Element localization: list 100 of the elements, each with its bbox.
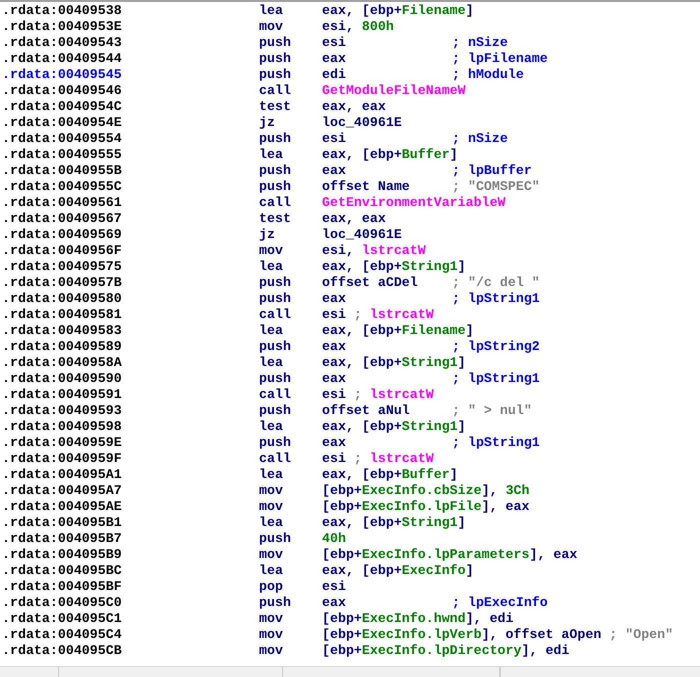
operand-text: eax, eax [322, 99, 387, 115]
operand-text: eax [322, 51, 347, 67]
operand-text: eax [322, 339, 347, 355]
address-text: .rdata:0040955B [1, 163, 123, 179]
operand-text: [ebp+ExecInfo.lpDirectory], edi [322, 643, 570, 659]
mnemonic-text: push [259, 67, 292, 83]
comment-text: ; "COMSPEC" [452, 179, 540, 195]
mnemonic-text: mov [259, 547, 284, 563]
mnemonic-text: call [259, 195, 292, 211]
mnemonic-text: lea [259, 355, 284, 371]
operand-text: esi, 800h [322, 19, 395, 35]
comment-text: ; lpExecInfo [452, 595, 548, 611]
address-text: .rdata:00409581 [1, 307, 123, 323]
mnemonic-text: call [259, 387, 292, 403]
mnemonic-text: push [259, 435, 292, 451]
comment-text: ; lpFilename [452, 51, 548, 67]
address-text: .rdata:004095B9 [1, 547, 123, 563]
mnemonic-text: mov [259, 499, 284, 515]
address-text: .rdata:004095CB [1, 643, 123, 659]
mnemonic-text: mov [259, 243, 284, 259]
comment-text: ; "/c del " [452, 275, 540, 291]
operand-text: [ebp+ExecInfo.lpParameters], eax [322, 547, 578, 563]
address-text: .rdata:0040953E [1, 19, 123, 35]
mnemonic-text: mov [259, 19, 284, 35]
operand-text: 40h [322, 531, 347, 547]
mnemonic-text: lea [259, 419, 284, 435]
comment-text: ; lpString2 [452, 339, 540, 355]
operand-text: eax [322, 435, 347, 451]
address-text: .rdata:00409583 [1, 323, 123, 339]
address-text: .rdata:00409593 [1, 403, 123, 419]
address-text: .rdata:00409569 [1, 227, 123, 243]
operand-text: esi ; lstrcatW [322, 387, 435, 403]
address-text: .rdata:004095B7 [1, 531, 123, 547]
operand-text: esi ; lstrcatW [322, 307, 435, 323]
operand-text: edi [322, 67, 347, 83]
operand-text: [ebp+ExecInfo.cbSize], 3Ch [322, 483, 530, 499]
mnemonic-text: call [259, 451, 292, 467]
operand-text: eax, [ebp+ExecInfo] [322, 563, 474, 579]
comment-text: ; lpString1 [452, 435, 540, 451]
mnemonic-text: push [259, 371, 292, 387]
address-text: .rdata:0040954C [1, 99, 123, 115]
operand-text: loc_40961E [322, 115, 403, 131]
address-text: .rdata:004095A7 [1, 483, 123, 499]
address-text: .rdata:00409598 [1, 419, 123, 435]
address-text: .rdata:004095BF [1, 579, 123, 595]
operand-text: eax, [ebp+String1] [322, 515, 466, 531]
address-text: .rdata:004095C0 [1, 595, 123, 611]
address-text: .rdata:00409590 [1, 371, 123, 387]
address-text: .rdata:004095A1 [1, 467, 123, 483]
operand-text: esi, lstrcatW [322, 243, 427, 259]
comment-text: ; lpBuffer [452, 163, 532, 179]
mnemonic-text: call [259, 83, 292, 99]
address-text: .rdata:00409555 [1, 147, 123, 163]
address-text: .rdata:0040955C [1, 179, 123, 195]
address-text: .rdata:0040957B [1, 275, 123, 291]
operand-text: eax [322, 595, 347, 611]
address-text: .rdata:0040958A [1, 355, 123, 371]
address-text: .rdata:00409543 [1, 35, 123, 51]
mnemonic-text: lea [259, 3, 284, 19]
mnemonic-text: lea [259, 323, 284, 339]
mnemonic-text: mov [259, 611, 284, 627]
address-text: .rdata:00409575 [1, 259, 123, 275]
mnemonic-text: mov [259, 483, 284, 499]
comment-text: ; nSize [452, 35, 508, 51]
mnemonic-text: test [259, 211, 292, 227]
operand-text: eax, [ebp+Filename] [322, 323, 474, 339]
comment-text: ; lpString1 [452, 291, 540, 307]
mnemonic-text: test [259, 99, 292, 115]
mnemonic-text: lea [259, 467, 284, 483]
mnemonic-text: mov [259, 643, 284, 659]
mnemonic-text: push [259, 595, 292, 611]
comment-text: ; " > nul" [452, 403, 532, 419]
operand-text: eax, [ebp+String1] [322, 355, 466, 371]
mnemonic-text: push [259, 131, 292, 147]
operand-text: esi [322, 579, 347, 595]
mnemonic-text: push [259, 51, 292, 67]
address-text: .rdata:004095BC [1, 563, 123, 579]
address-text: .rdata:00409580 [1, 291, 123, 307]
address-text: .rdata:00409538 [1, 3, 123, 19]
mnemonic-text: pop [259, 579, 284, 595]
address-text: .rdata:00409567 [1, 211, 123, 227]
operand-text: GetEnvironmentVariableW [322, 195, 506, 211]
address-text: .rdata:0040954E [1, 115, 123, 131]
mnemonic-text: mov [259, 627, 284, 643]
operand-text: offset Name [322, 179, 411, 195]
operand-text: eax, [ebp+String1] [322, 419, 466, 435]
address-text: .rdata:004095B1 [1, 515, 123, 531]
address-text: .rdata:0040956F [1, 243, 123, 259]
mnemonic-text: push [259, 339, 292, 355]
operand-text: eax [322, 371, 347, 387]
address-text: .rdata:00409554 [1, 131, 123, 147]
address-text: .rdata:00409591 [1, 387, 123, 403]
mnemonic-text: jz [259, 227, 276, 243]
mnemonic-text: jz [259, 115, 276, 131]
mnemonic-text: push [259, 531, 292, 547]
operand-text: eax, [ebp+Buffer] [322, 467, 458, 483]
mnemonic-text: push [259, 291, 292, 307]
mnemonic-text: lea [259, 563, 284, 579]
mnemonic-text: call [259, 307, 292, 323]
address-text: .rdata:0040959E [1, 435, 123, 451]
